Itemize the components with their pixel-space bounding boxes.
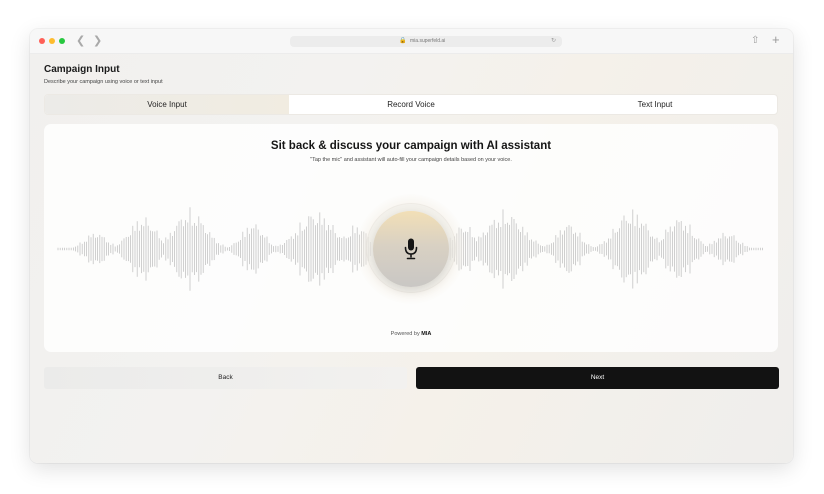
voice-assistant-panel: Sit back & discuss your campaign with AI… <box>44 124 778 352</box>
tab-record-voice[interactable]: Record Voice <box>289 95 533 114</box>
page-title: Campaign Input <box>44 64 120 75</box>
brand-name: MIA <box>421 331 432 337</box>
back-arrow-icon[interactable]: ❮ <box>76 34 85 48</box>
input-mode-tabs: Voice Input Record Voice Text Input <box>44 94 778 115</box>
close-window-button[interactable] <box>39 38 45 44</box>
browser-toolbar: ❮ ❯ 🔒 mia.superfeld.ai ↻ ⇧ + <box>30 29 793 54</box>
back-button[interactable]: Back <box>44 367 407 389</box>
microphone-button[interactable] <box>373 211 449 287</box>
microphone-icon <box>404 238 418 260</box>
share-icon[interactable]: ⇧ <box>751 34 759 48</box>
page-subtitle: Describe your campaign using voice or te… <box>44 79 163 85</box>
maximize-window-button[interactable] <box>59 38 65 44</box>
tab-voice-input[interactable]: Voice Input <box>45 95 289 114</box>
address-bar[interactable]: 🔒 mia.superfeld.ai ↻ <box>290 36 562 47</box>
minimize-window-button[interactable] <box>49 38 55 44</box>
assistant-headline: Sit back & discuss your campaign with AI… <box>270 140 552 152</box>
reload-icon[interactable]: ↻ <box>551 37 556 46</box>
forward-arrow-icon[interactable]: ❯ <box>93 34 102 48</box>
plus-icon[interactable]: + <box>772 32 780 48</box>
url-text: mia.superfeld.ai <box>410 38 446 44</box>
next-button[interactable]: Next <box>416 367 779 389</box>
tab-text-input[interactable]: Text Input <box>533 95 777 114</box>
assistant-instructions: "Tap the mic" and assistant will auto-fi… <box>310 157 512 163</box>
powered-by-prefix: Powered by <box>390 331 420 337</box>
browser-window: ❮ ❯ 🔒 mia.superfeld.ai ↻ ⇧ + Campaign In… <box>30 29 793 463</box>
powered-by-label: Powered by MIA <box>44 331 778 337</box>
lock-icon: 🔒 <box>399 38 407 44</box>
